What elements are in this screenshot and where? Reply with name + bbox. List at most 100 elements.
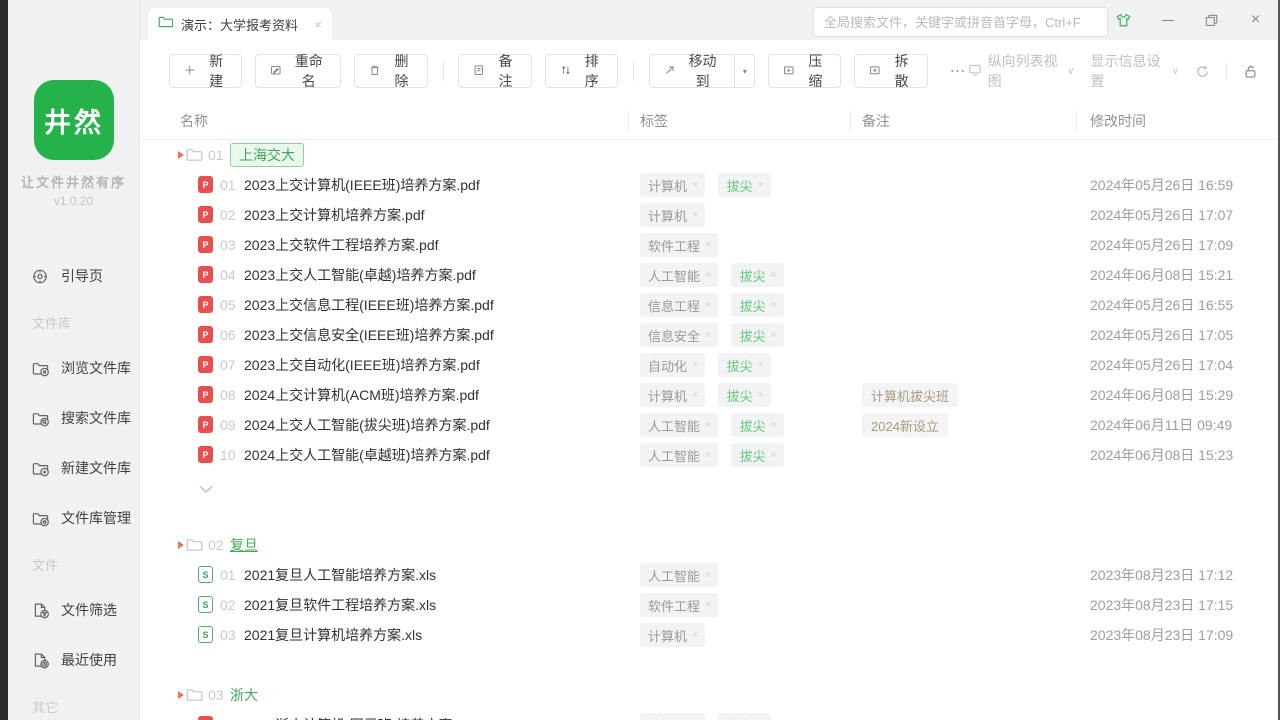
file-row[interactable]: S022021复旦软件工程培养方案.xls软件工程×2023年08月23日 17… [140,590,1278,620]
tag-remove-icon[interactable]: × [705,599,711,611]
expand-arrow-icon[interactable] [178,151,184,159]
minimize-icon[interactable] [1159,12,1176,29]
file-row[interactable]: P032023上交软件工程培养方案.pdf软件工程×2024年05月26日 17… [140,230,1278,260]
folder-name[interactable]: 复旦 [230,530,258,560]
tag-chip[interactable]: 拔尖× [718,383,770,407]
close-window-icon[interactable]: × [1247,12,1264,29]
tab-close-icon[interactable]: × [314,17,322,32]
file-name[interactable]: 2023上交信息安全(IEEE班)培养方案.pdf [244,320,494,350]
tag-remove-icon[interactable]: × [757,179,763,191]
folder-name[interactable]: 上海交大 [230,143,304,167]
file-name[interactable]: 2024上交计算机(ACM班)培养方案.pdf [244,380,479,410]
note-chip[interactable]: 2024新设立 [862,413,948,437]
file-row[interactable]: P102024上交人工智能(卓越班)培养方案.pdf人工智能×拔尖×2024年0… [140,440,1278,470]
tag-chip[interactable]: 拔尖× [731,263,783,287]
tag-remove-icon[interactable]: × [692,359,698,371]
file-name[interactable]: 2023上交人工智能(卓越)培养方案.pdf [244,260,476,290]
file-name[interactable]: 2023上交信息工程(IEEE班)培养方案.pdf [244,290,494,320]
tag-chip[interactable]: 计算机× [640,383,705,407]
tag-remove-icon[interactable]: × [770,419,776,431]
file-name[interactable]: 2023上交计算机培养方案.pdf [244,200,425,230]
tag-chip[interactable]: 拔尖× [718,353,770,377]
tag-chip[interactable]: 计算机× [640,173,705,197]
file-row[interactable]: P042023上交人工智能(卓越)培养方案.pdf人工智能×拔尖×2024年06… [140,260,1278,290]
file-name[interactable]: 2023上交计算机(IEEE班)培养方案.pdf [244,170,480,200]
tag-remove-icon[interactable]: × [692,629,698,641]
sidebar-item[interactable]: 浏览文件库 [8,343,139,393]
tag-chip[interactable]: 拔尖× [718,173,770,197]
toolbar-button[interactable]: 删除 [354,54,427,88]
tag-remove-icon[interactable]: × [705,569,711,581]
view-mode-dropdown[interactable]: 纵向列表视图 ∨ [968,51,1075,91]
file-row[interactable]: P062023上交信息安全(IEEE班)培养方案.pdf信息安全×拔尖×2024… [140,320,1278,350]
sidebar-item[interactable]: 最近使用 [8,635,139,685]
file-row[interactable]: S012021复旦人工智能培养方案.xls人工智能×2023年08月23日 17… [140,560,1278,590]
file-row[interactable]: P012023上交计算机(IEEE班)培养方案.pdf计算机×拔尖×2024年0… [140,170,1278,200]
tag-remove-icon[interactable]: × [770,299,776,311]
sidebar-item[interactable]: 文件库管理 [8,493,139,543]
tag-chip[interactable]: 信息安全× [640,323,718,347]
tag-chip[interactable]: 软件工程× [640,593,718,617]
tag-remove-icon[interactable]: × [705,239,711,251]
display-settings-dropdown[interactable]: 显示信息设置 ∨ [1090,51,1179,91]
tag-chip[interactable]: 人工智能× [640,443,718,467]
tag-chip[interactable]: 计算机× [640,623,705,647]
tag-chip[interactable]: 人工智能× [640,263,718,287]
tag-remove-icon[interactable]: × [692,209,698,221]
file-row[interactable]: P092024上交人工智能(拔尖班)培养方案.pdf人工智能×拔尖×2024新设… [140,410,1278,440]
tag-remove-icon[interactable]: × [705,269,711,281]
tag-chip[interactable]: 拔尖× [731,413,783,437]
folder-name[interactable]: 浙大 [230,680,258,710]
tag-remove-icon[interactable]: × [705,449,711,461]
tag-chip[interactable]: 人工智能× [640,563,718,587]
tag-remove-icon[interactable]: × [692,179,698,191]
refresh-icon[interactable] [1195,64,1210,79]
tag-remove-icon[interactable]: × [770,449,776,461]
tag-remove-icon[interactable]: × [705,419,711,431]
file-row[interactable]: P082024上交计算机(ACM班)培养方案.pdf计算机×拔尖×计算机拔尖班2… [140,380,1278,410]
file-name[interactable]: 2021浙大计算机(图灵班)培养方案.pdf [244,710,476,720]
file-name[interactable]: 2023上交软件工程培养方案.pdf [244,230,439,260]
toolbar-button[interactable]: 备注 [458,54,531,88]
tag-chip[interactable]: 自动化× [640,353,705,377]
expander-chevron-icon[interactable] [198,481,214,499]
folder-row[interactable]: 01上海交大 [140,140,1278,170]
lock-icon[interactable] [1243,64,1258,79]
tag-chip[interactable]: 计算机× [640,203,705,227]
toolbar-button[interactable]: 拆散 [854,54,927,88]
file-name[interactable]: 2021复旦人工智能培养方案.xls [244,560,436,590]
file-row[interactable]: P052023上交信息工程(IEEE班)培养方案.pdf信息工程×拔尖×2024… [140,290,1278,320]
sidebar-item[interactable]: 引导页 [8,251,139,301]
toolbar-button[interactable]: 压缩 [768,54,841,88]
more-actions-icon[interactable]: ⋯ [950,61,968,81]
tag-remove-icon[interactable]: × [757,359,763,371]
file-name[interactable]: 2024上交人工智能(拔尖班)培养方案.pdf [244,410,490,440]
tag-chip[interactable]: 软件工程× [640,233,718,257]
file-name[interactable]: 2021复旦软件工程培养方案.xls [244,590,436,620]
note-chip[interactable]: 计算机拔尖班 [862,383,958,407]
file-name[interactable]: 2024上交人工智能(卓越班)培养方案.pdf [244,440,490,470]
toolbar-button[interactable]: 新建 [169,54,242,88]
expand-arrow-icon[interactable] [178,691,184,699]
tag-chip[interactable]: 拔尖× [731,443,783,467]
theme-skin-icon[interactable] [1115,12,1132,29]
file-name[interactable]: 2023上交自动化(IEEE班)培养方案.pdf [244,350,480,380]
tag-remove-icon[interactable]: × [757,389,763,401]
tag-remove-icon[interactable]: × [692,389,698,401]
toolbar-button[interactable]: 移动到 [649,54,736,88]
folder-row[interactable]: 03浙大 [140,680,1278,710]
tag-remove-icon[interactable]: × [770,329,776,341]
expand-arrow-icon[interactable] [178,541,184,549]
tag-chip[interactable]: 信息工程× [640,293,718,317]
tag-chip[interactable]: 拔尖× [731,323,783,347]
sidebar-item[interactable]: 文件筛选 [8,585,139,635]
file-row[interactable]: S032021复旦计算机培养方案.xls计算机×2023年08月23日 17:0… [140,620,1278,650]
toolbar-button[interactable]: 重命名 [255,54,341,88]
folder-row[interactable]: 02复旦 [140,530,1278,560]
tag-chip[interactable]: 人工智能× [640,413,718,437]
tag-remove-icon[interactable]: × [705,299,711,311]
toolbar-button[interactable]: 排序 [545,54,618,88]
library-tab[interactable]: 演示：大学报考资料 × [148,8,332,40]
tag-remove-icon[interactable]: × [770,269,776,281]
file-row[interactable]: P022023上交计算机培养方案.pdf计算机×2024年05月26日 17:0… [140,200,1278,230]
